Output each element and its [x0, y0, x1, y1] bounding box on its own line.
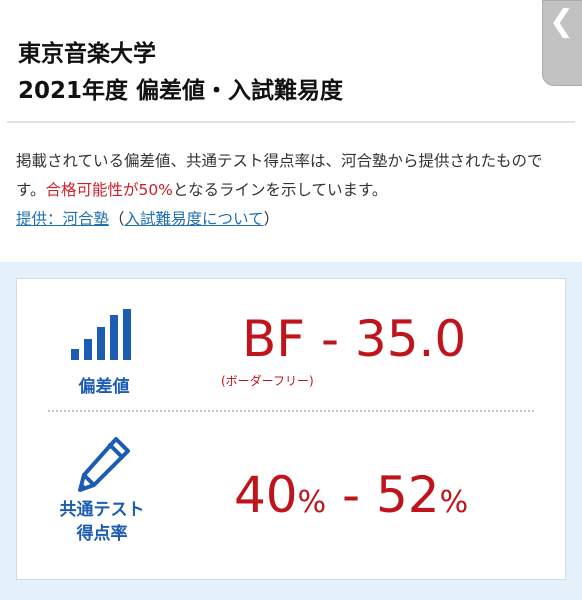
provider-link[interactable]: 提供：河合塾: [16, 210, 109, 228]
test-score-label: 共通テスト 得点率: [40, 498, 164, 546]
percent-unit-low: %: [297, 485, 327, 520]
row-divider: [48, 410, 534, 412]
hensachi-label: 偏差値: [78, 377, 130, 397]
test-label-line2: 得点率: [76, 524, 128, 544]
hensachi-value: BF - 35.0: [242, 310, 467, 368]
percent-unit-high: %: [439, 485, 469, 520]
description-text: 掲載されている偏差値、共通テスト得点率は、河合塾から提供されたものです。合格可能…: [16, 147, 570, 234]
chevron-left-icon: ❮: [549, 4, 575, 39]
about-difficulty-link[interactable]: 入試難易度について: [125, 210, 264, 228]
university-name: 東京音楽大学: [18, 41, 156, 67]
header-divider: [7, 121, 575, 123]
test-score-low: 40: [234, 466, 298, 524]
test-score-high: 52: [375, 466, 440, 524]
description-tail: となるラインを示しています。: [172, 181, 388, 199]
page-header: 東京音楽大学 2021年度 偏差値・入試難易度: [0, 0, 582, 122]
border-free-note: (ボーダーフリー): [221, 374, 314, 388]
back-nav-tab[interactable]: ❮: [542, 0, 582, 86]
paren-open: （: [109, 210, 125, 228]
test-score-value: 40% - 52%: [234, 470, 468, 520]
description-highlight: 合格可能性が50%: [45, 181, 173, 199]
bar-chart-icon: [71, 309, 131, 360]
range-separator: -: [326, 466, 376, 524]
pencil-icon: [78, 437, 130, 492]
page-title: 2021年度 偏差値・入試難易度: [18, 78, 344, 104]
test-label-line1: 共通テスト: [59, 500, 145, 520]
paren-close: ）: [263, 210, 280, 228]
